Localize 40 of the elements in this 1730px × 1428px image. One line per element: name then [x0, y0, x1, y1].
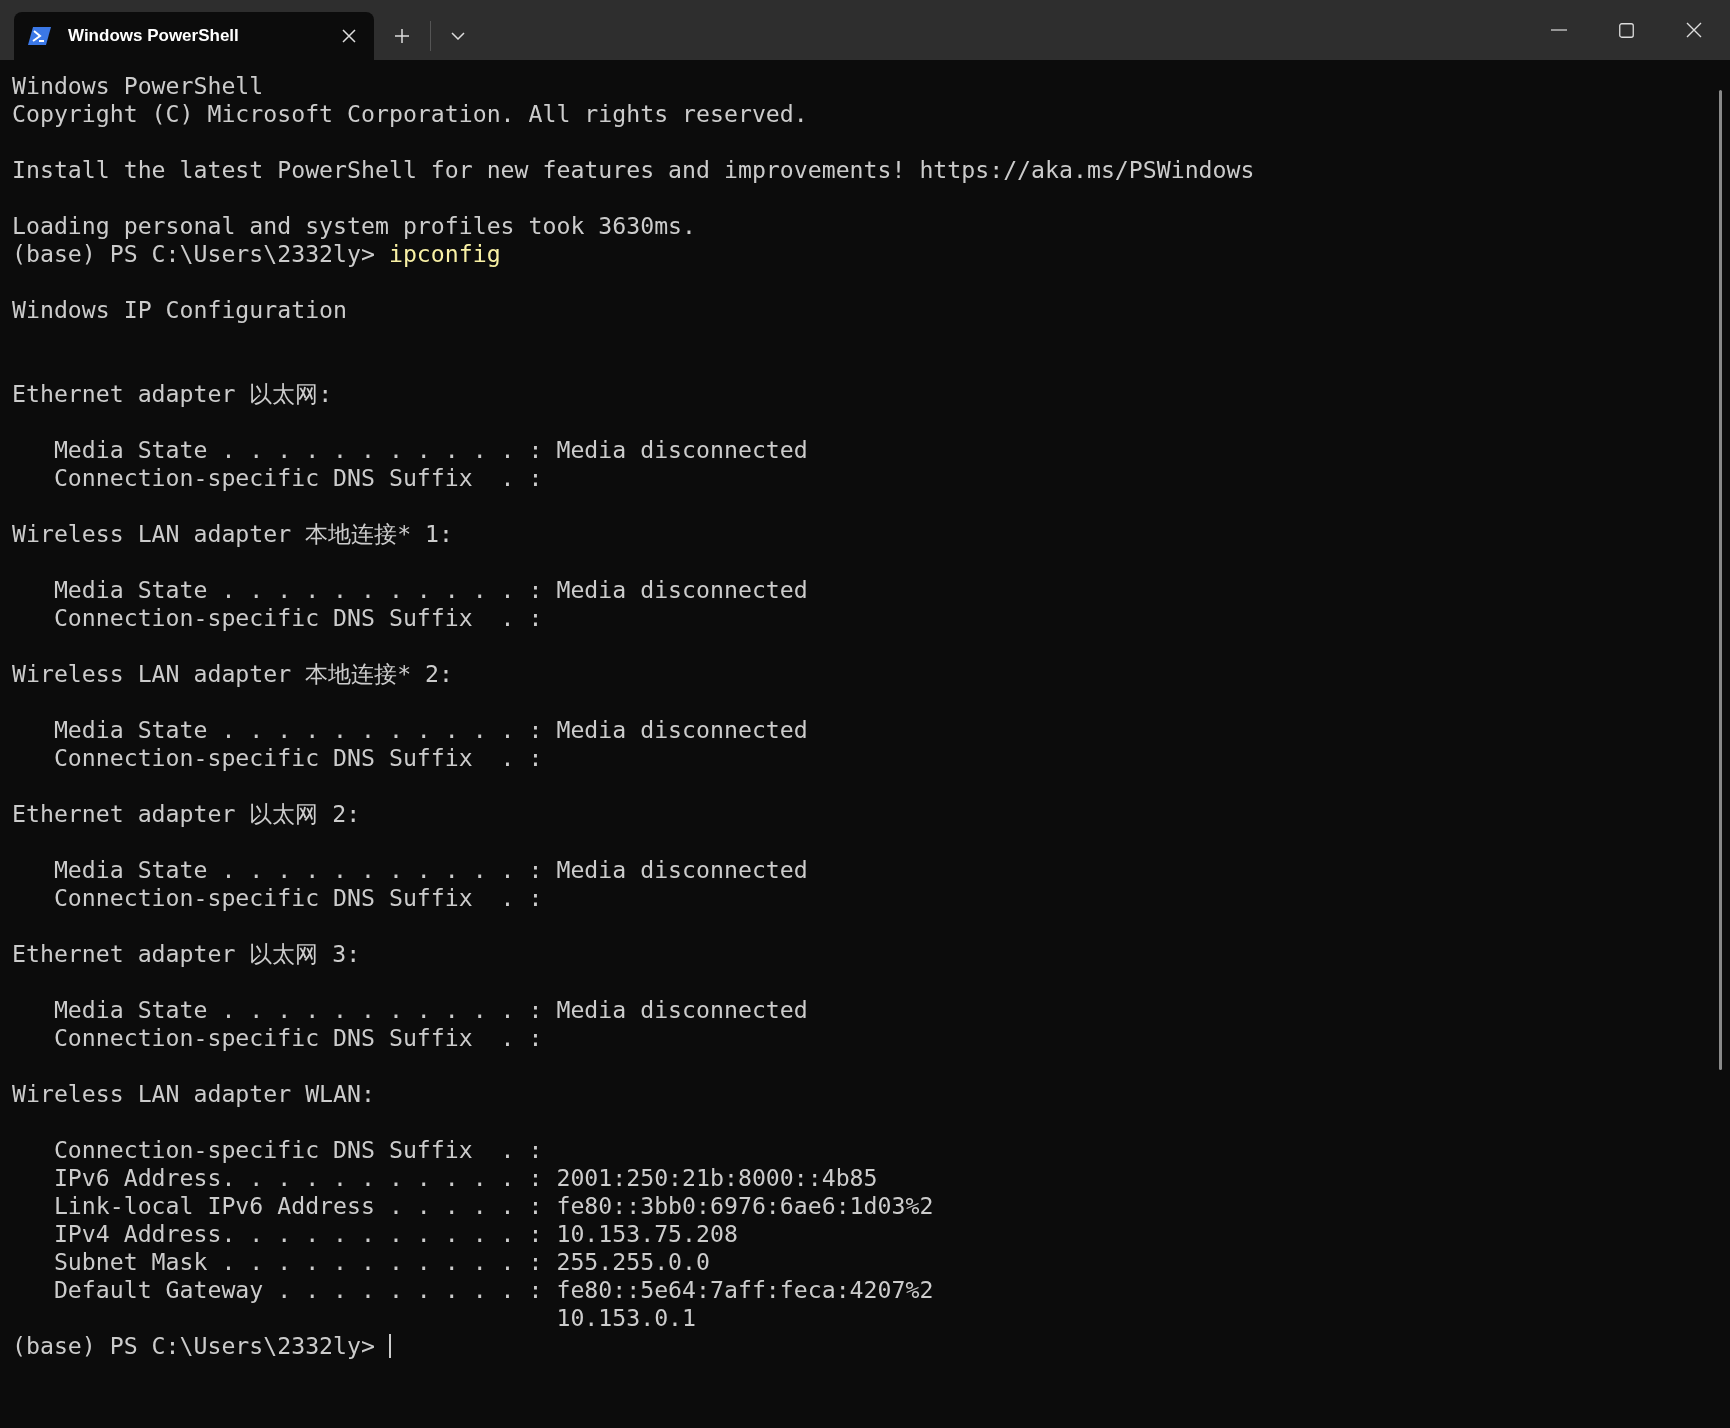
terminal-line: Ethernet adapter 以太网:	[12, 380, 334, 408]
terminal-line: Media State . . . . . . . . . . . : Media disconnected	[52, 856, 809, 884]
terminal-line: IPv4 Address. . . . . . . . . . . : 10.153.75.208	[52, 1220, 739, 1248]
terminal-line: Connection-specific DNS Suffix . :	[52, 1136, 544, 1164]
command-text: ipconfig	[388, 240, 501, 268]
dropdown-caret-icon[interactable]	[451, 32, 465, 40]
maximize-icon[interactable]	[1619, 22, 1634, 38]
new-tab-icon[interactable]	[394, 28, 410, 44]
terminal-line: Copyright (C) Microsoft Corporation. All rights reserved.	[12, 100, 809, 128]
terminal-line: Windows PowerShell	[12, 72, 265, 100]
terminal-line: Ethernet adapter 以太网 2:	[12, 800, 362, 828]
text-cursor	[388, 1334, 391, 1358]
terminal-line: 10.153.0.1	[555, 1304, 698, 1332]
close-tab-icon[interactable]	[342, 29, 356, 43]
prompt-text: (base) PS C:\Users\2332ly>	[12, 1332, 376, 1360]
terminal-line: Subnet Mask . . . . . . . . . . . : 255.255.0.0	[52, 1248, 711, 1276]
terminal-line: Media State . . . . . . . . . . . : Media disconnected	[52, 436, 809, 464]
terminal-line: Media State . . . . . . . . . . . : Media disconnected	[52, 996, 809, 1024]
terminal-line: Connection-specific DNS Suffix . :	[52, 884, 544, 912]
terminal-line: Connection-specific DNS Suffix . :	[52, 1024, 544, 1052]
terminal-line: Link-local IPv6 Address . . . . . : fe80::3bb0:6976:6ae6:1d03%2	[52, 1192, 935, 1220]
scrollbar[interactable]	[1719, 90, 1722, 1070]
terminal-line: Windows IP Configuration	[12, 296, 349, 324]
terminal-line: Loading personal and system profiles took 3630ms.	[12, 212, 698, 240]
terminal-line: Wireless LAN adapter 本地连接* 2:	[12, 660, 454, 688]
prompt-text: (base) PS C:\Users\2332ly>	[12, 240, 376, 268]
terminal-line: Ethernet adapter 以太网 3:	[12, 940, 362, 968]
terminal-line: Default Gateway . . . . . . . . . : fe80::5e64:7aff:feca:4207%2	[52, 1276, 935, 1304]
terminal-line: Connection-specific DNS Suffix . :	[52, 464, 544, 492]
terminal-tab[interactable]: Windows PowerShell	[14, 12, 374, 60]
terminal-line: Media State . . . . . . . . . . . : Media disconnected	[52, 576, 809, 604]
terminal-line: Install the latest PowerShell for new features and improvements! https://aka.ms/PSWindows	[12, 156, 1256, 184]
terminal-line: Connection-specific DNS Suffix . :	[52, 604, 544, 632]
terminal-line: Wireless LAN adapter 本地连接* 1:	[12, 520, 454, 548]
terminal-line: Connection-specific DNS Suffix . :	[52, 744, 544, 772]
powershell-icon	[28, 26, 52, 46]
terminal-line: Wireless LAN adapter WLAN:	[12, 1080, 376, 1108]
terminal-line: IPv6 Address. . . . . . . . . . . : 2001:250:21b:8000::4b85	[52, 1164, 879, 1192]
terminal-line: Media State . . . . . . . . . . . : Media disconnected	[52, 716, 809, 744]
close-icon[interactable]	[1686, 22, 1702, 38]
